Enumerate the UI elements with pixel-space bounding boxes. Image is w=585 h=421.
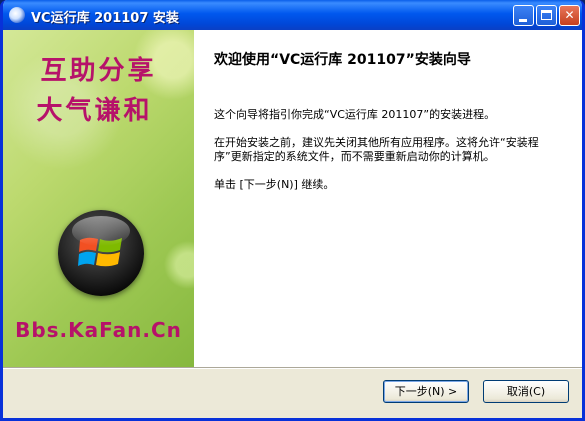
installer-window: VC运行库 201107 安装 ✕ 互助分享 大气谦和 Bbs.KaFan.Cn… [0, 0, 585, 421]
window-title: VC运行库 201107 安装 [31, 11, 179, 26]
banner-slogan-line2: 大气谦和 [36, 96, 153, 126]
intro-text: 这个向导将指引你完成“VC运行库 201107”的安装进程。 [214, 108, 496, 121]
maximize-button[interactable] [536, 5, 557, 26]
footer-divider [3, 367, 582, 369]
minimize-icon [519, 19, 527, 22]
orb-highlight [72, 216, 130, 246]
advice-text: 在开始安装之前，建议先关闭其他所有应用程序。这将允许“安装程序”更新指定的系统文… [214, 136, 539, 163]
wizard-banner-image: 互助分享 大气谦和 Bbs.KaFan.Cn [3, 30, 194, 367]
windows-logo-icon [58, 210, 144, 296]
welcome-panel: 欢迎使用“VC运行库 201107”安装向导 这个向导将指引你完成“VC运行库 … [194, 30, 582, 367]
continue-hint-text: 单击 [下一步(N)] 继续。 [214, 178, 335, 191]
installer-globe-icon [9, 7, 25, 23]
cancel-button[interactable]: 取消(C) [483, 380, 569, 403]
close-button[interactable]: ✕ [559, 5, 580, 26]
minimize-button[interactable] [513, 5, 534, 26]
title-bar[interactable]: VC运行库 201107 安装 ✕ [3, 0, 582, 30]
banner-slogan-line1: 互助分享 [40, 56, 157, 86]
close-icon: ✕ [564, 8, 575, 22]
maximize-icon [541, 10, 552, 20]
page-title: 欢迎使用“VC运行库 201107”安装向导 [214, 52, 471, 68]
next-button[interactable]: 下一步(N) > [383, 380, 469, 403]
banner-site-text: Bbs.KaFan.Cn [15, 318, 182, 342]
